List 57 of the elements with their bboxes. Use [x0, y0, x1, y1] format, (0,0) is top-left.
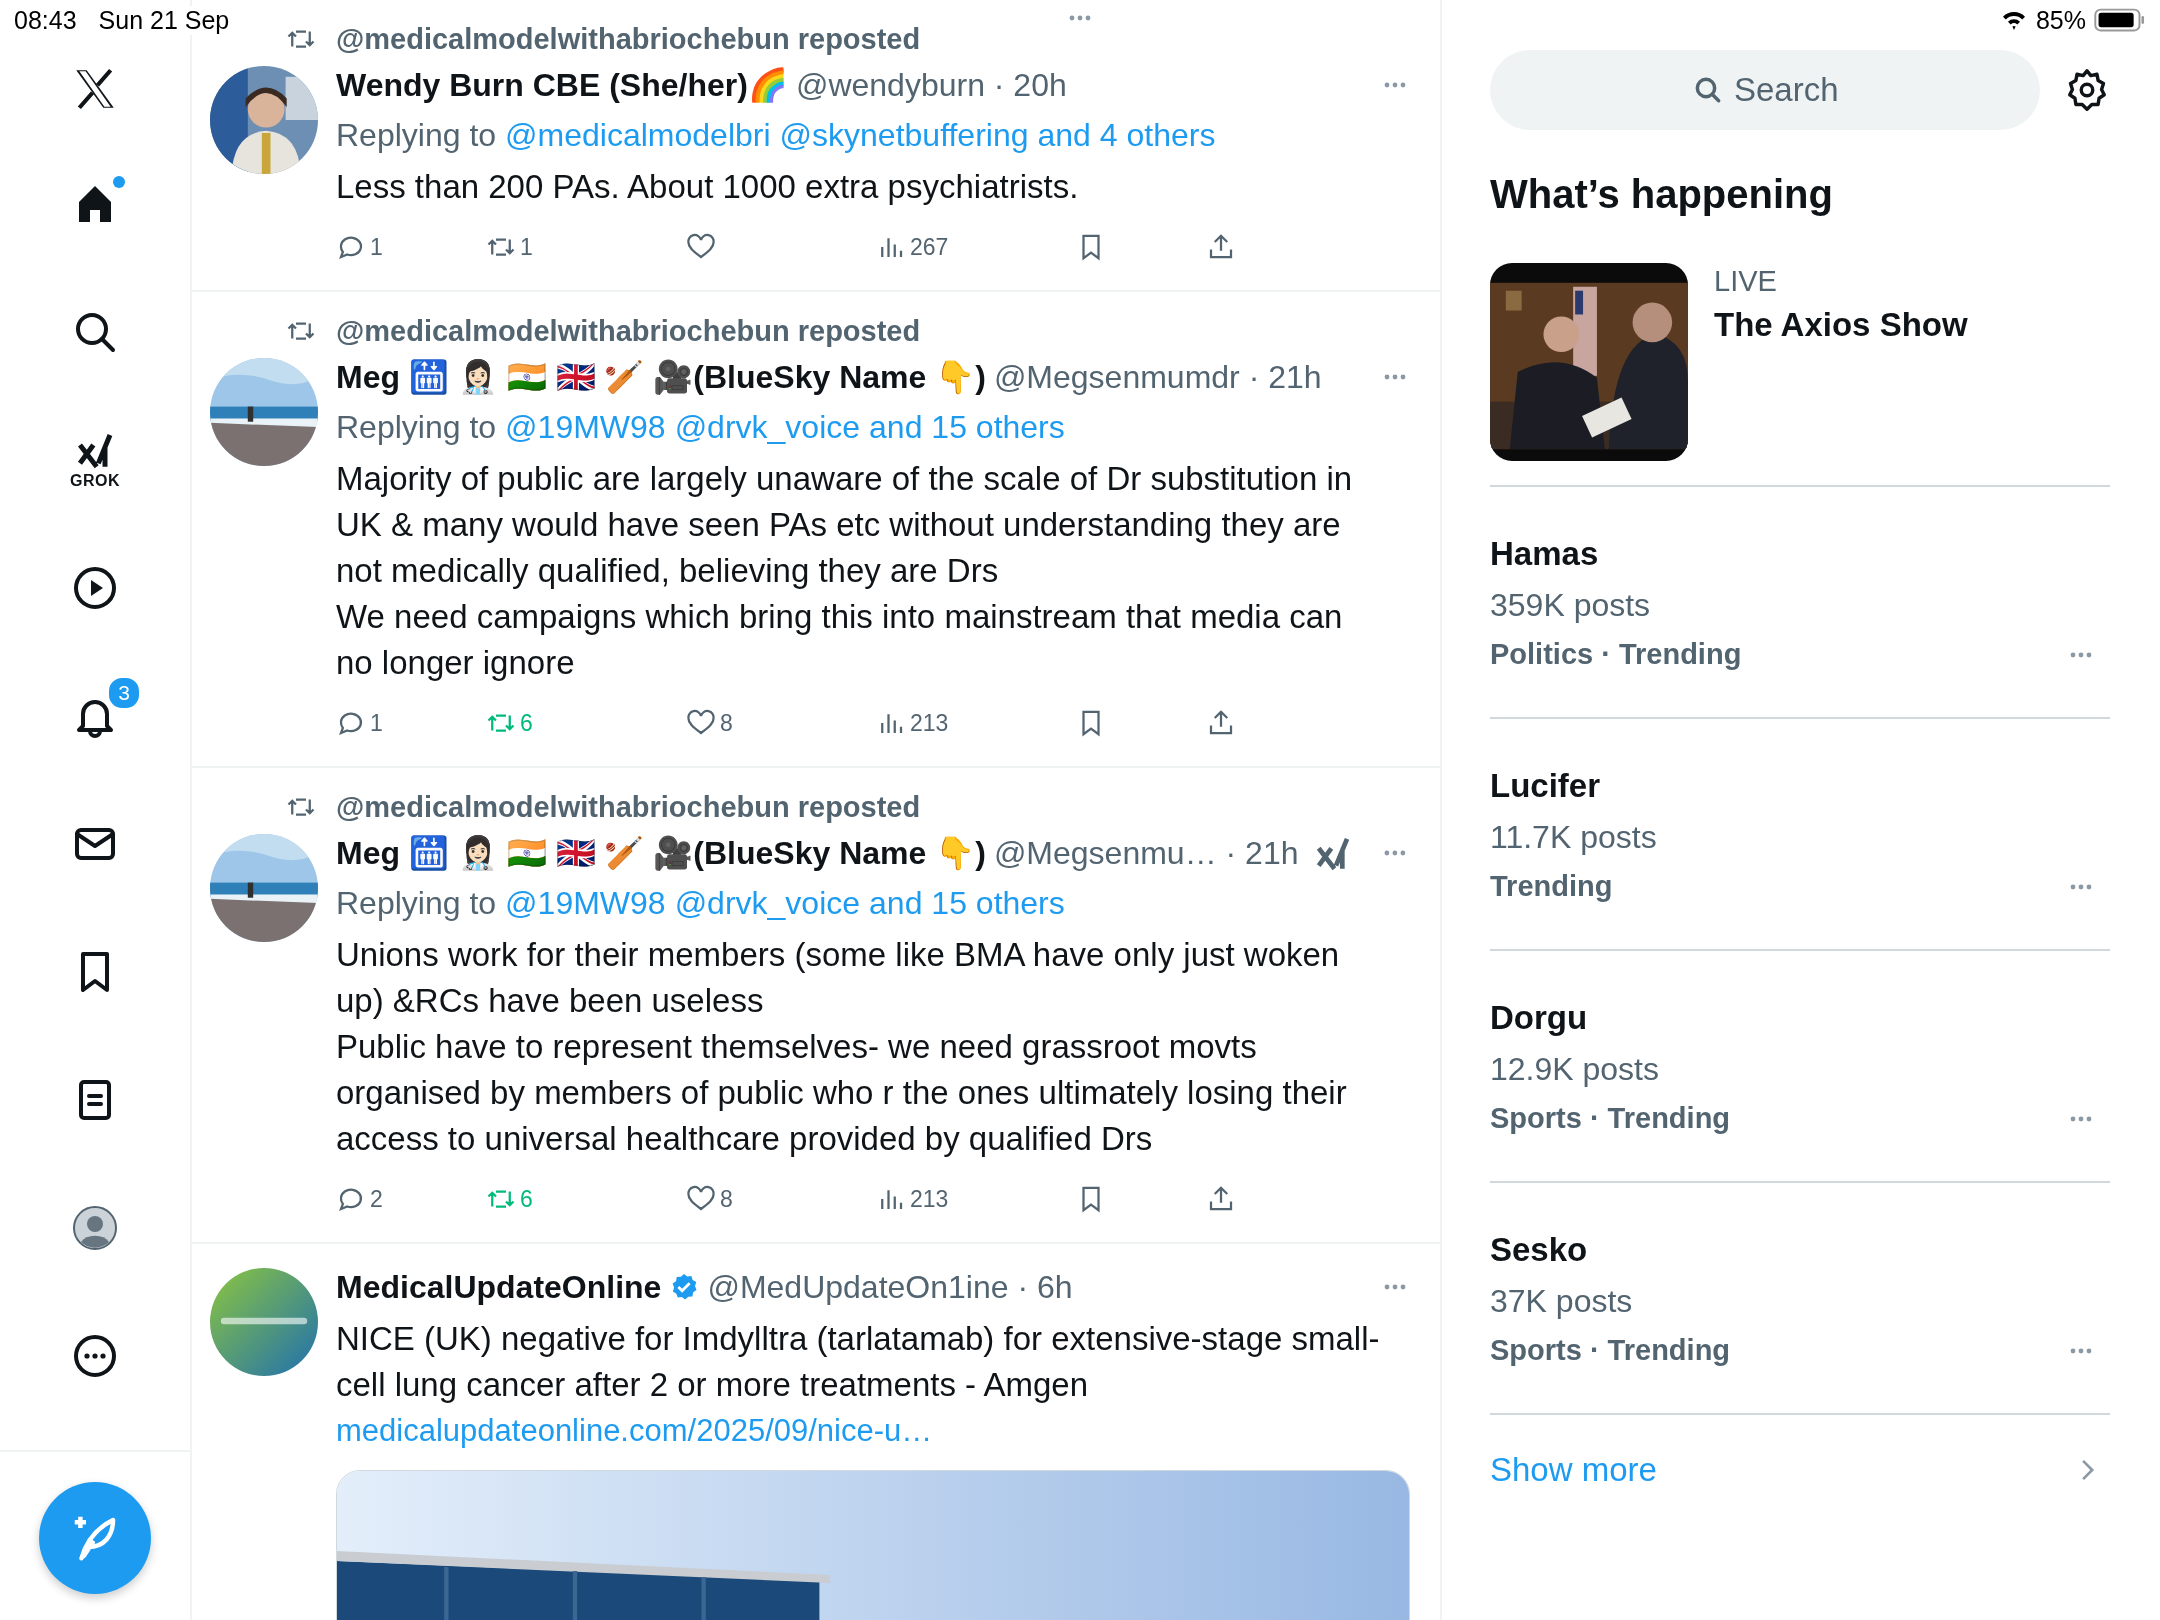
live-label: LIVE: [1714, 265, 1778, 298]
action-count: 1: [370, 233, 383, 261]
tweet-text: Unions work for their members (some like BMA have only just woken up) &RCs have been useless: [336, 935, 1341, 1021]
status-date: Sun 21 Sep: [98, 5, 230, 35]
handle-and-time: @Megsenmu… · 21h: [993, 834, 1299, 872]
battery-percent: 85%: [2035, 5, 2086, 35]
action-count: 6: [520, 709, 533, 737]
handle-and-time: @Megsenmumdr · 21h: [993, 358, 1322, 396]
author-name[interactable]: MedicalUpdateOnline: [336, 1268, 662, 1306]
replying-label: Replying to: [336, 884, 497, 923]
trend-name[interactable]: Hamas: [1490, 535, 2110, 573]
trend-name[interactable]: Sesko: [1490, 1231, 2110, 1269]
trend-name[interactable]: Lucifer: [1490, 767, 2110, 805]
tweet-text: Public have to represent themselves- we need grassroot movts organised by members of public who r the ones ultimately losing their access to universal healthcare provided by qualified Drs: [336, 1027, 1348, 1159]
tweet-text: Majority of public are largely unaware of the scale of Dr substitution in UK & many would have seen PAs etc without understanding they are not medically qualified, believing they are Drs: [336, 459, 1354, 591]
search-field[interactable]: Search: [1490, 50, 2040, 130]
trend-posts: 37K posts: [1490, 1283, 1634, 1320]
repost-label[interactable]: @medicalmodelwithabriochebun reposted: [336, 790, 1410, 824]
repost-label[interactable]: @medicalmodelwithabriochebun reposted: [336, 22, 1410, 56]
section-heading: What’s happening: [1490, 172, 1834, 217]
battery-icon: [2094, 7, 2146, 33]
trend-posts: 12.9K posts: [1490, 1051, 1660, 1088]
notification-badge: 3: [107, 676, 141, 710]
trend-posts: 11.7K posts: [1490, 819, 1658, 856]
handle-and-time: @wendyburn · 20h: [795, 66, 1067, 104]
play-icon[interactable]: [71, 564, 119, 612]
live-title[interactable]: The Axios Show: [1714, 306, 1968, 344]
action-count: 8: [720, 709, 733, 737]
author-name[interactable]: Meg 🛗 👩🏻‍⚕ 🇮🇳 🇬🇧 🏏 🎥(BlueSky Name 👇): [336, 358, 986, 396]
trend-category: Sports · Trending: [1490, 1102, 1731, 1135]
trend-category: Sports · Trending: [1490, 1334, 1731, 1367]
status-time: 08:43: [14, 5, 77, 35]
trend-name[interactable]: Dorgu: [1490, 999, 2110, 1037]
trend-posts: 359K posts: [1490, 587, 1652, 624]
author-name[interactable]: Wendy Burn CBE (She/her)🌈: [336, 66, 788, 104]
action-count: 8: [720, 1185, 733, 1213]
action-count: 213: [910, 1185, 949, 1213]
replying-label: Replying to: [336, 116, 497, 155]
action-count: 1: [520, 233, 533, 261]
author-name[interactable]: Meg 🛗 👩🏻‍⚕ 🇮🇳 🇬🇧 🏏 🎥(BlueSky Name 👇): [336, 834, 986, 872]
avatar-icon[interactable]: [71, 1204, 119, 1252]
tweet-text: NICE (UK) negative for Imdylltra (tarlatamab) for extensive-stage small-cell lung cancer after 2 or more treatments - Amgen: [336, 1319, 1381, 1405]
repost-label[interactable]: @medicalmodelwithabriochebun reposted: [336, 314, 1410, 348]
more-icon[interactable]: [71, 1332, 119, 1380]
action-count: 1: [370, 709, 383, 737]
replying-label: Replying to: [336, 408, 497, 447]
tweet-text: We need campaigns which bring this into mainstream that media can no longer ignore: [336, 597, 1344, 683]
compose-button[interactable]: [39, 1482, 151, 1594]
action-count: 6: [520, 1185, 533, 1213]
trend-category: Trending: [1490, 870, 1613, 903]
action-count: 267: [910, 233, 949, 261]
action-count: 2: [370, 1185, 383, 1213]
handle-and-time: @MedUpdateOn1ine · 6h: [707, 1268, 1073, 1306]
tweet-text: Less than 200 PAs. About 1000 extra psychiatrists.: [336, 167, 1080, 207]
trend-category: Politics · Trending: [1490, 638, 1742, 671]
grok-label[interactable]: GROK: [70, 472, 120, 490]
action-count: 213: [910, 709, 949, 737]
